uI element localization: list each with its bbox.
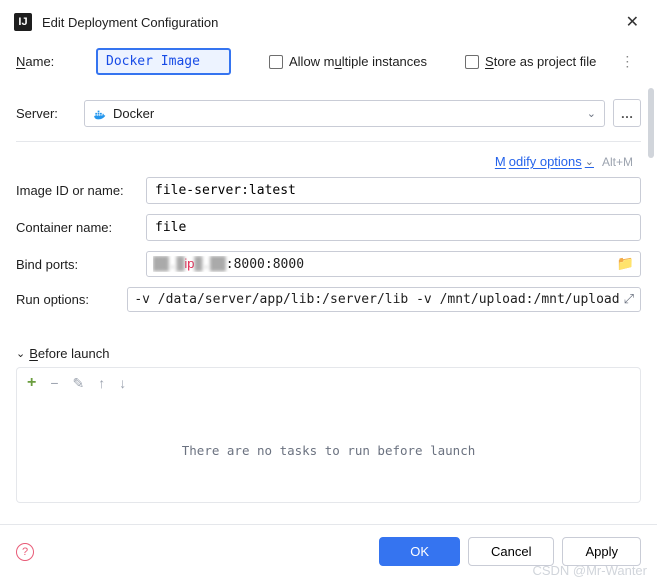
move-down-button[interactable]: ↓ (119, 375, 126, 391)
dialog-title: Edit Deployment Configuration (42, 15, 612, 30)
help-icon[interactable]: ? (16, 543, 34, 561)
before-launch-empty: There are no tasks to run before launch (16, 398, 641, 503)
apply-button[interactable]: Apply (562, 537, 641, 566)
run-options-label: Run options: (16, 292, 127, 307)
ok-button[interactable]: OK (379, 537, 460, 566)
name-input[interactable] (96, 48, 231, 75)
store-project-checkbox[interactable] (465, 55, 479, 69)
close-icon[interactable]: ✕ (622, 10, 643, 34)
app-icon: IJ (14, 13, 32, 31)
image-id-label: Image ID or name: (16, 183, 146, 198)
allow-multiple-label: Allow multiple instances (289, 54, 427, 69)
container-name-input[interactable] (146, 214, 641, 241)
image-id-input[interactable] (146, 177, 641, 204)
before-launch-toolbar: + − ✎ ↑ ↓ (16, 367, 641, 398)
modify-options-link[interactable]: Modify options ⌄ (495, 154, 594, 169)
chevron-down-icon: ⌄ (587, 107, 596, 120)
bind-ports-input[interactable]: ██.█ip█.██:8000:8000 📁 (146, 251, 641, 277)
cancel-button[interactable]: Cancel (468, 537, 554, 566)
store-project-label: Store as project file (485, 54, 596, 69)
container-name-label: Container name: (16, 220, 146, 235)
before-launch-toggle[interactable]: ⌄ Before launch (0, 322, 657, 367)
scrollbar[interactable] (648, 88, 654, 158)
server-label: Server: (16, 106, 76, 121)
server-select[interactable]: Docker ⌄ (84, 100, 605, 127)
bind-ports-label: Bind ports: (16, 257, 146, 272)
run-options-input[interactable]: -v /data/server/app/lib:/server/lib -v /… (127, 287, 641, 312)
folder-icon[interactable]: 📁 (617, 256, 634, 272)
server-more-button[interactable]: … (613, 99, 641, 127)
remove-task-button[interactable]: − (50, 375, 58, 391)
move-up-button[interactable]: ↑ (98, 375, 105, 391)
kebab-icon[interactable]: ⋮ (616, 53, 638, 70)
name-label: Name: (16, 54, 76, 69)
expand-icon[interactable]: ⤢ (624, 292, 634, 307)
add-task-button[interactable]: + (27, 374, 36, 392)
allow-multiple-checkbox[interactable] (269, 55, 283, 69)
modify-hint: Alt+M (602, 155, 633, 169)
chevron-down-icon: ⌄ (16, 347, 25, 360)
chevron-down-icon: ⌄ (585, 155, 594, 168)
edit-task-button[interactable]: ✎ (73, 375, 85, 392)
docker-icon (93, 108, 107, 118)
